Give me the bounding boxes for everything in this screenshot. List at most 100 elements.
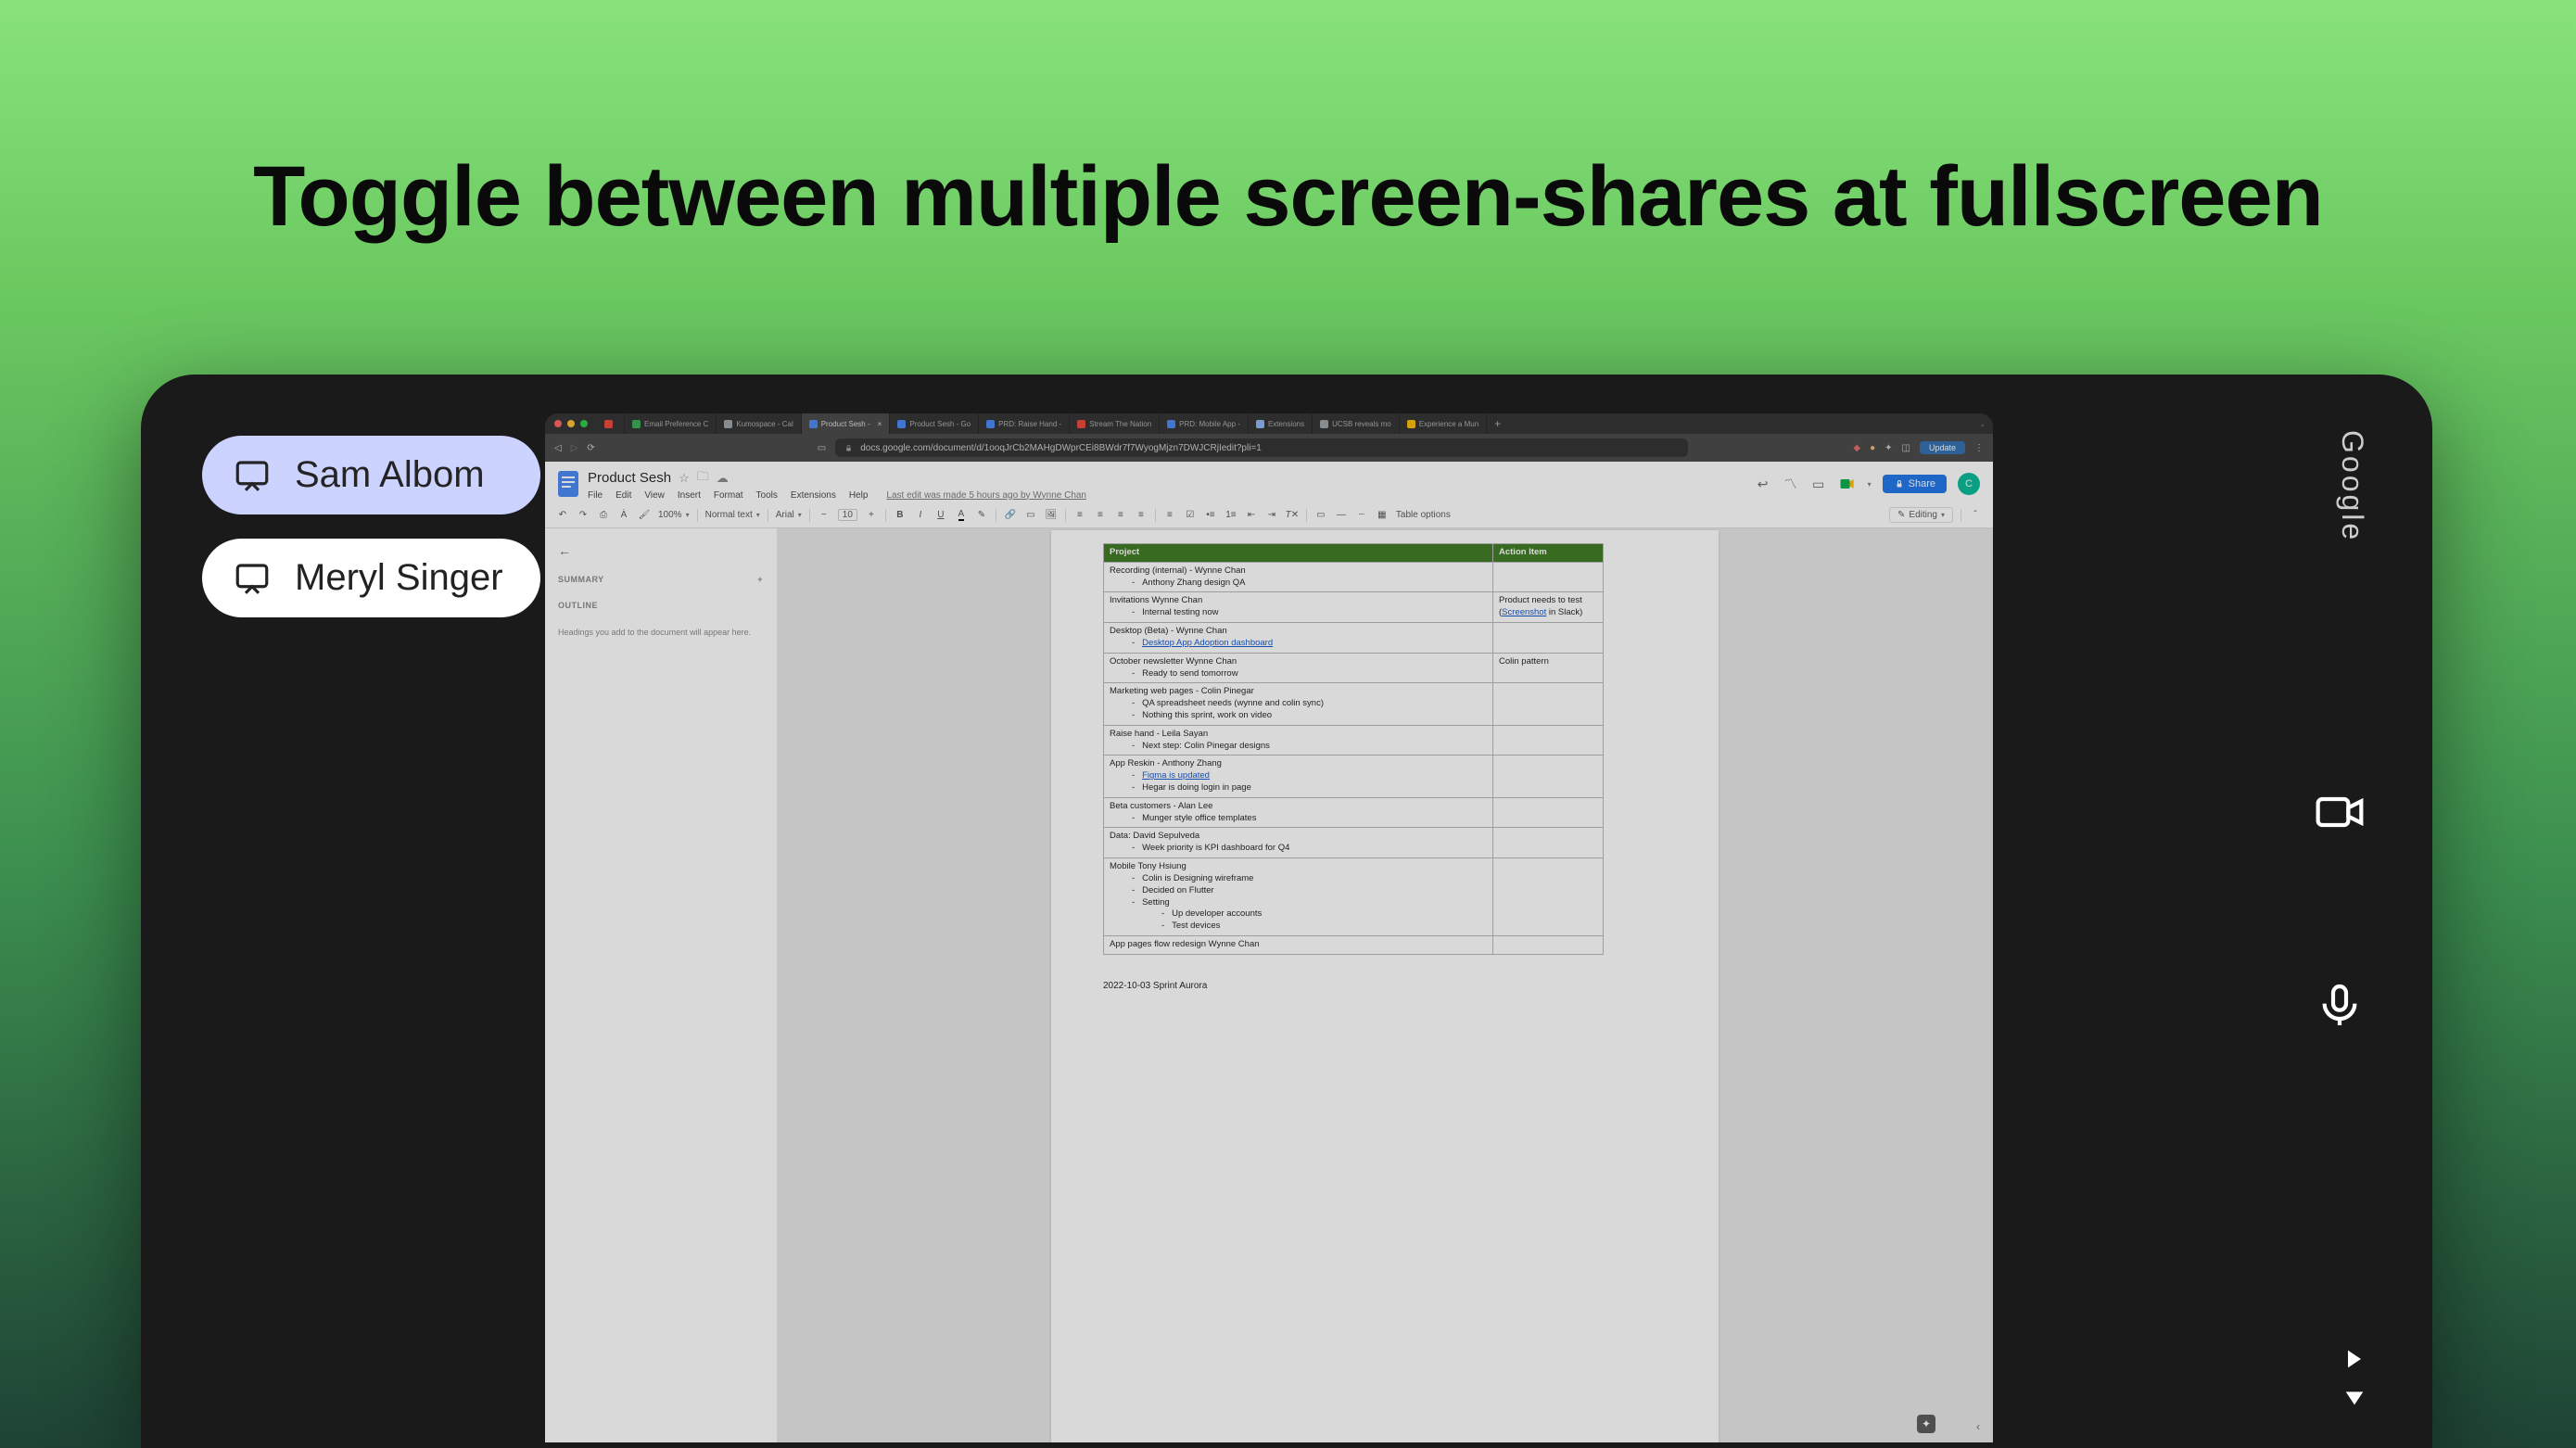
forward-button[interactable]: ▷ <box>571 443 578 453</box>
comments-icon[interactable]: ▭ <box>1810 476 1827 492</box>
meet-icon[interactable] <box>1838 475 1857 493</box>
increase-indent-button[interactable]: ⇥ <box>1265 509 1278 522</box>
insert-link-button[interactable]: 🔗 <box>1004 509 1017 522</box>
browser-tab[interactable]: Product Sesh - × <box>802 413 891 434</box>
table-row[interactable]: App Reskin - Anthony Zhang- Figma is upd… <box>1104 756 1604 797</box>
zoom-select[interactable]: 100%▾ <box>658 510 690 520</box>
back-arrow-icon[interactable]: ← <box>558 543 763 558</box>
back-button[interactable]: ◁ <box>554 443 562 453</box>
cloud-status-icon[interactable]: ☁ <box>717 471 729 486</box>
menu-item[interactable]: Extensions <box>791 490 836 501</box>
last-edit-link[interactable]: Last edit was made 5 hours ago by Wynne … <box>886 490 1086 501</box>
table-row[interactable]: Mobile Tony Hsiung- Colin is Designing w… <box>1104 858 1604 936</box>
border-color-button[interactable]: ▭ <box>1314 509 1327 522</box>
move-icon[interactable]: 🗀 <box>697 468 709 489</box>
summary-section[interactable]: SUMMARY+ <box>558 575 763 584</box>
camera-toggle-button[interactable] <box>2314 786 2366 843</box>
browser-tab[interactable]: Email Preference C <box>625 413 717 434</box>
italic-button[interactable]: I <box>914 509 927 522</box>
spellcheck-button[interactable]: Ȧ <box>617 509 630 522</box>
extension-icon[interactable]: ● <box>1870 443 1875 453</box>
browser-tab[interactable]: PRD: Raise Hand - <box>979 413 1070 434</box>
bold-button[interactable]: B <box>894 509 907 522</box>
close-tab-icon[interactable]: × <box>878 420 882 428</box>
browser-tab[interactable]: Extensions <box>1249 413 1313 434</box>
paragraph-style-select[interactable]: Normal text▾ <box>705 510 760 520</box>
browser-tab[interactable]: Stream The Nation <box>1070 413 1160 434</box>
print-button[interactable]: ⎙ <box>597 509 610 522</box>
extensions-menu-icon[interactable]: ✦ <box>1884 443 1892 453</box>
highlight-button[interactable]: ✎ <box>975 509 988 522</box>
side-panel-toggle[interactable]: ‹ <box>1976 1420 1980 1433</box>
screen-share-pill[interactable]: Sam Albom <box>202 436 540 514</box>
document-canvas[interactable]: Project Action Item Recording (internal)… <box>777 528 1993 1442</box>
font-select[interactable]: Arial▾ <box>776 510 802 520</box>
browser-tab[interactable]: Kumospace - Cal <box>717 413 801 434</box>
browser-tab[interactable]: UCSB reveals mo <box>1313 413 1400 434</box>
table-options[interactable]: Table options <box>1396 510 1451 520</box>
undo-button[interactable]: ↶ <box>556 509 569 522</box>
new-tab-button[interactable]: + <box>1487 413 1508 434</box>
table-row[interactable]: Marketing web pages - Colin Pinegar- QA … <box>1104 683 1604 725</box>
table-row[interactable]: Beta customers - Alan Lee- Munger style … <box>1104 797 1604 828</box>
docs-logo-icon[interactable] <box>558 471 578 497</box>
table-row[interactable]: Recording (internal) - Wynne Chan- Antho… <box>1104 562 1604 592</box>
site-info-icon[interactable]: ▭ <box>818 443 826 453</box>
browser-tab[interactable]: PRD: Mobile App - <box>1160 413 1249 434</box>
browser-tab[interactable] <box>597 413 625 434</box>
decrease-indent-button[interactable]: ⇤ <box>1245 509 1258 522</box>
cell-fill-button[interactable]: ▦ <box>1376 509 1389 522</box>
border-width-button[interactable]: — <box>1335 509 1348 522</box>
bulleted-list-button[interactable]: •≡ <box>1204 509 1217 522</box>
explore-button[interactable]: ✦ <box>1917 1415 1935 1433</box>
table-row[interactable]: App pages flow redesign Wynne Chan <box>1104 935 1604 954</box>
reload-button[interactable]: ⟳ <box>587 443 594 453</box>
document-title[interactable]: Product Sesh <box>588 470 671 486</box>
menu-item[interactable]: Help <box>849 490 869 501</box>
table-row[interactable]: Invitations Wynne Chan- Internal testing… <box>1104 592 1604 623</box>
browser-update-button[interactable]: Update <box>1920 441 1965 454</box>
share-button[interactable]: Share <box>1883 475 1947 493</box>
table-row[interactable]: Desktop (Beta) - Wynne Chan- Desktop App… <box>1104 623 1604 654</box>
table-row[interactable]: October newsletter Wynne Chan- Ready to … <box>1104 653 1604 683</box>
checklist-button[interactable]: ☑ <box>1184 509 1197 522</box>
paint-format-button[interactable]: 🖌 <box>638 509 651 522</box>
mode-select[interactable]: ✎ Editing ▾ <box>1889 507 1953 523</box>
align-center-button[interactable]: ≡ <box>1094 509 1107 522</box>
border-dash-button[interactable]: ┈ <box>1355 509 1368 522</box>
sidepanel-icon[interactable]: ◫ <box>1902 443 1910 453</box>
account-avatar[interactable]: C <box>1958 473 1980 495</box>
align-left-button[interactable]: ≡ <box>1073 509 1086 522</box>
microphone-toggle-button[interactable] <box>2314 980 2366 1036</box>
text-color-button[interactable]: A <box>955 509 968 522</box>
extension-icon[interactable]: ◆ <box>1853 443 1860 453</box>
menu-item[interactable]: File <box>588 490 603 501</box>
tab-overflow-button[interactable]: ⌄ <box>1972 413 1993 434</box>
insert-image-button[interactable]: 🖼 <box>1045 509 1058 522</box>
expand-collapse-control[interactable] <box>2341 1346 2367 1409</box>
chart-icon[interactable]: 〽 <box>1783 476 1799 492</box>
insert-comment-button[interactable]: ▭ <box>1024 509 1037 522</box>
menu-item[interactable]: Format <box>714 490 743 501</box>
collapse-toolbar-button[interactable]: ˆ <box>1969 509 1982 522</box>
numbered-list-button[interactable]: 1≡ <box>1225 509 1237 522</box>
table-row[interactable]: Data: David Sepulveda- Week priority is … <box>1104 828 1604 858</box>
align-justify-button[interactable]: ≡ <box>1135 509 1148 522</box>
address-bar[interactable]: docs.google.com/document/d/1ooqJrCb2MAHg… <box>835 438 1688 457</box>
menu-item[interactable]: Tools <box>756 490 778 501</box>
project-table[interactable]: Project Action Item Recording (internal)… <box>1103 543 1604 955</box>
browser-menu-icon[interactable]: ⋮ <box>1974 443 1984 453</box>
browser-tab[interactable]: Product Sesh - Go <box>890 413 979 434</box>
star-icon[interactable]: ☆ <box>679 471 690 486</box>
font-size-decrease[interactable]: − <box>818 509 831 522</box>
clear-formatting-button[interactable]: T✕ <box>1286 509 1299 522</box>
browser-tab[interactable]: Experience a Mun <box>1400 413 1487 434</box>
meet-dropdown-icon[interactable]: ▾ <box>1868 480 1872 489</box>
menu-item[interactable]: Edit <box>615 490 631 501</box>
window-traffic-lights[interactable] <box>545 413 597 434</box>
menu-item[interactable]: Insert <box>678 490 701 501</box>
history-icon[interactable]: ↩ <box>1755 476 1771 492</box>
underline-button[interactable]: U <box>934 509 947 522</box>
font-size-increase[interactable]: + <box>865 509 878 522</box>
menu-item[interactable]: View <box>644 490 665 501</box>
